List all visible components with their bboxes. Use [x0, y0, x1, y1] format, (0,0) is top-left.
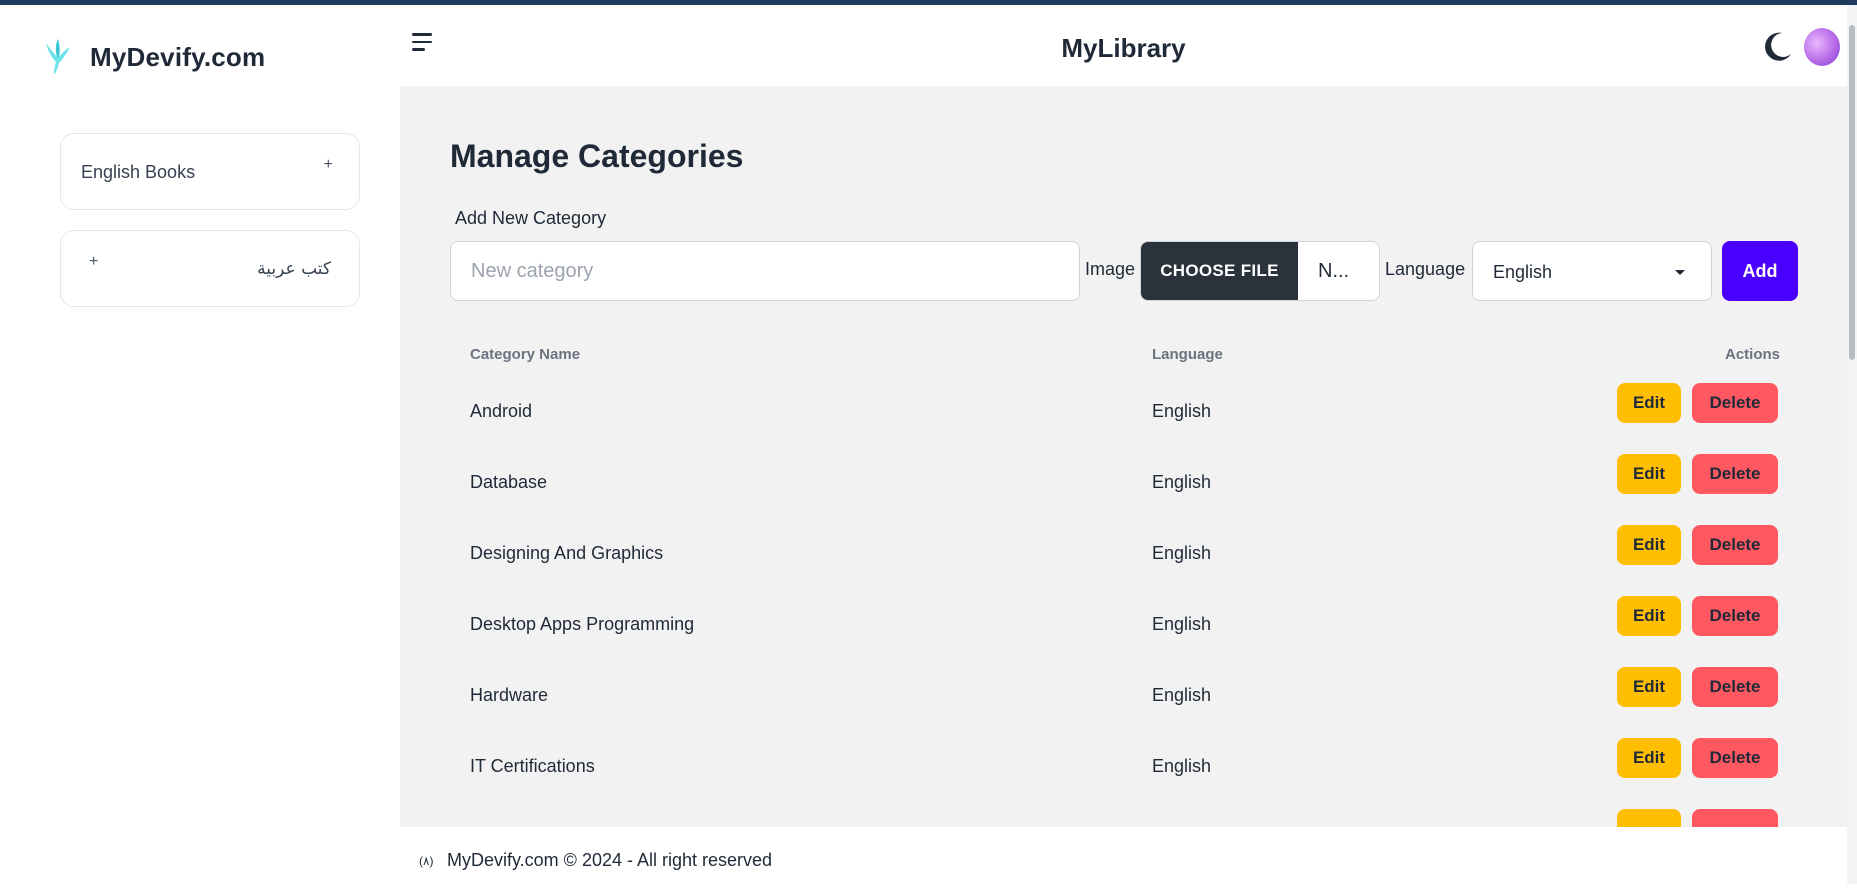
delete-button[interactable]: Delete — [1692, 596, 1778, 636]
table-row: IT Certifications English Edit Delete — [400, 731, 1847, 802]
category-name: Desktop Apps Programming — [470, 614, 695, 634]
delete-button[interactable]: Delete — [1692, 738, 1778, 778]
delete-button[interactable]: Delete — [1692, 667, 1778, 707]
category-table: Android English Edit Delete Database Eng… — [400, 376, 1847, 827]
delete-button[interactable]: Delete — [1692, 383, 1778, 423]
sidebar-item-label: English Books — [81, 162, 196, 182]
footer-icon: (٨) — [419, 854, 434, 868]
column-header-name: Category Name — [470, 346, 581, 363]
top-header: MyLibrary — [400, 5, 1847, 86]
scrollbar-thumb[interactable] — [1849, 25, 1855, 360]
category-language: English — [1152, 543, 1212, 563]
chevron-down-icon — [1675, 270, 1685, 275]
edit-button[interactable] — [1617, 809, 1681, 827]
choose-file-button[interactable]: CHOOSE FILE — [1141, 242, 1298, 300]
table-row: Hardware English Edit Delete — [400, 660, 1847, 731]
language-select-value: English — [1493, 262, 1553, 282]
category-name: Android — [470, 401, 533, 421]
new-category-input[interactable] — [450, 241, 1080, 301]
delete-button[interactable]: Delete — [1692, 525, 1778, 565]
page-scrollbar[interactable] — [1847, 5, 1857, 884]
moon-icon[interactable] — [1760, 30, 1794, 64]
sidebar-item-label: كتب عربية — [257, 259, 331, 279]
edit-button[interactable]: Edit — [1617, 667, 1681, 707]
delete-button[interactable]: Delete — [1692, 454, 1778, 494]
main-content: Manage Categories Add New Category Image… — [400, 86, 1847, 827]
category-language: English — [1152, 472, 1212, 492]
table-row: Desktop Apps Programming English Edit De… — [400, 589, 1847, 660]
edit-button[interactable]: Edit — [1617, 454, 1681, 494]
bird-logo-icon — [46, 39, 70, 75]
category-language: English — [1152, 401, 1212, 421]
sidebar: MyDevify.com English Books + + كتب عربية — [0, 5, 400, 884]
sidebar-item-arabic-books[interactable]: + كتب عربية — [60, 230, 360, 307]
language-label: Language — [1385, 259, 1466, 279]
language-select[interactable]: English — [1472, 241, 1712, 301]
table-row: Android English Edit Delete — [400, 376, 1847, 447]
column-header-language: Language — [1152, 346, 1223, 363]
sidebar-item-english-books[interactable]: English Books + — [60, 133, 360, 210]
category-language: English — [1152, 614, 1212, 634]
file-name-text: N... — [1318, 259, 1350, 282]
footer: (٨) MyDevify.com © 2024 - All right rese… — [400, 827, 1847, 884]
edit-button[interactable]: Edit — [1617, 738, 1681, 778]
category-name: Database — [470, 472, 548, 492]
category-name: Hardware — [470, 685, 549, 705]
plus-icon[interactable]: + — [324, 156, 333, 174]
table-row-partial — [400, 802, 1847, 827]
category-name: IT Certifications — [470, 756, 595, 776]
category-name: Designing And Graphics — [470, 543, 664, 563]
table-row: Designing And Graphics English Edit Dele… — [400, 518, 1847, 589]
image-label: Image — [1085, 259, 1136, 279]
edit-button[interactable]: Edit — [1617, 383, 1681, 423]
category-language: English — [1152, 685, 1212, 705]
footer-text: MyDevify.com © 2024 - All right reserved — [447, 850, 773, 870]
edit-button[interactable]: Edit — [1617, 525, 1681, 565]
plus-icon[interactable]: + — [89, 253, 98, 271]
column-header-actions: Actions — [1724, 346, 1780, 363]
category-language: English — [1152, 756, 1212, 776]
table-row: Database English Edit Delete — [400, 447, 1847, 518]
edit-button[interactable]: Edit — [1617, 596, 1681, 636]
app-title: MyLibrary — [1061, 33, 1186, 63]
add-button[interactable]: Add — [1722, 241, 1798, 301]
brand-name: MyDevify.com — [90, 41, 266, 72]
add-category-label: Add New Category — [455, 208, 607, 228]
delete-button[interactable] — [1692, 809, 1778, 827]
brand[interactable]: MyDevify.com — [42, 37, 265, 77]
image-file-input[interactable]: CHOOSE FILE N... — [1140, 241, 1380, 301]
page-title: Manage Categories — [450, 138, 744, 174]
avatar[interactable] — [1804, 28, 1840, 66]
